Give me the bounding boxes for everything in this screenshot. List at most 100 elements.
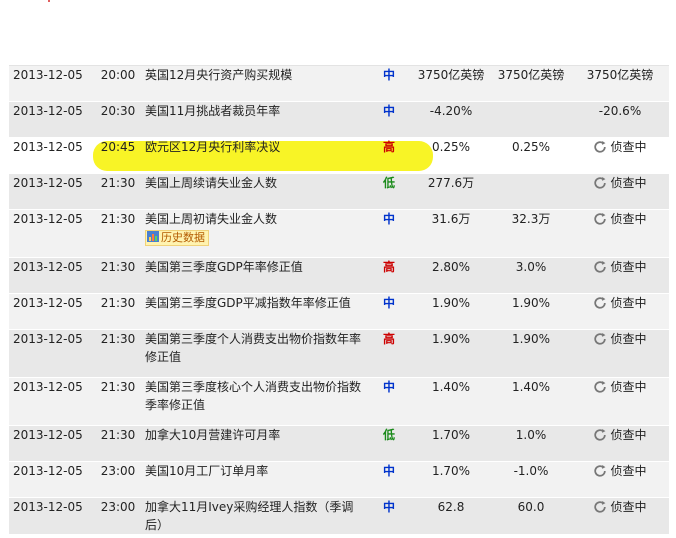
importance-badge: 中: [382, 68, 395, 82]
date-cell: 2013-12-05: [9, 377, 95, 426]
importance-cell: 中: [367, 101, 411, 138]
table-row: 2013-12-05 21:30 美国第三季度个人消费支出物价指数年率修正值 高…: [9, 329, 669, 378]
time-text: 20:30: [100, 104, 136, 118]
table-row: 2013-12-05 20:00 英国12月央行资产购买规模 中 3750亿英镑…: [9, 65, 669, 102]
previous-cell: 1.40%: [411, 377, 491, 426]
previous-cell: 0.25%: [411, 137, 491, 174]
event-cell: 加拿大11月Ivey采购经理人指数（季调后）: [141, 497, 367, 535]
pending-status[interactable]: 侦查中: [593, 498, 647, 516]
pending-status[interactable]: 侦查中: [593, 174, 647, 192]
event-cell: 美国第三季度核心个人消费支出物价指数季率修正值: [141, 377, 367, 426]
importance-cell: 中: [367, 209, 411, 258]
time-text: 21:30: [100, 296, 136, 310]
importance-cell: 中: [367, 497, 411, 535]
event-name[interactable]: 美国上周续请失业金人数: [145, 174, 363, 192]
previous-value: 1.70%: [431, 428, 471, 442]
table-row: 2013-12-05 21:30 美国上周续请失业金人数 低 277.6万 侦查…: [9, 173, 669, 210]
importance-cell: 低: [367, 173, 411, 210]
actual-value: -20.6%: [598, 104, 642, 118]
previous-cell: 2.80%: [411, 257, 491, 294]
previous-cell: 3750亿英镑: [411, 65, 491, 102]
event-name[interactable]: 加拿大10月营建许可月率: [145, 426, 363, 444]
actual-cell: 侦查中: [571, 293, 669, 330]
time-cell: 23:00: [95, 461, 141, 498]
forecast-value: 60.0: [517, 500, 545, 514]
event-name[interactable]: 美国上周初请失业金人数: [145, 210, 363, 228]
pending-status[interactable]: 侦查中: [593, 138, 647, 156]
previous-value: 3750亿英镑: [417, 68, 485, 82]
pending-status[interactable]: 侦查中: [593, 426, 647, 444]
pending-status[interactable]: 侦查中: [593, 378, 647, 396]
previous-cell: 62.8: [411, 497, 491, 535]
date-text: 2013-12-05: [13, 212, 83, 226]
refresh-icon: [594, 213, 607, 225]
importance-badge: 中: [382, 212, 395, 226]
forecast-cell: [491, 101, 571, 138]
event-name[interactable]: 英国12月央行资产购买规模: [145, 66, 363, 84]
importance-badge: 中: [382, 104, 395, 118]
pending-label: 侦查中: [610, 296, 647, 310]
pending-label: 侦查中: [610, 140, 647, 154]
history-data-button[interactable]: 历史数据: [145, 230, 209, 246]
actual-cell: 侦查中: [571, 377, 669, 426]
event-name[interactable]: 加拿大11月Ivey采购经理人指数（季调后）: [145, 498, 363, 534]
actual-cell: 侦查中: [571, 173, 669, 210]
forecast-value: 32.3万: [511, 212, 551, 226]
importance-badge: 中: [382, 500, 395, 514]
time-cell: 20:30: [95, 101, 141, 138]
pending-status[interactable]: 侦查中: [593, 330, 647, 348]
time-text: 21:30: [100, 380, 136, 394]
event-cell: 美国第三季度个人消费支出物价指数年率修正值: [141, 329, 367, 378]
event-name[interactable]: 欧元区12月央行利率决议: [145, 138, 363, 156]
forecast-cell: 1.90%: [491, 329, 571, 378]
previous-value: 1.40%: [431, 380, 471, 394]
event-name[interactable]: 美国第三季度核心个人消费支出物价指数季率修正值: [145, 378, 363, 414]
date-cell: 2013-12-05: [9, 137, 95, 174]
forecast-cell: 1.40%: [491, 377, 571, 426]
pending-label: 侦查中: [610, 500, 647, 514]
event-name[interactable]: 美国11月挑战者裁员年率: [145, 102, 363, 120]
pending-status[interactable]: 侦查中: [593, 210, 647, 228]
forecast-cell: -1.0%: [491, 461, 571, 498]
table-row: 2013-12-05 21:30 美国上周初请失业金人数 历史数据 中 31.6…: [9, 209, 669, 258]
event-cell: 美国第三季度GDP年率修正值: [141, 257, 367, 294]
date-text: 2013-12-05: [13, 68, 83, 82]
history-data-label: 历史数据: [161, 231, 205, 244]
time-cell: 21:30: [95, 209, 141, 258]
time-text: 21:30: [100, 260, 136, 274]
previous-value: 1.90%: [431, 296, 471, 310]
actual-cell: 侦查中: [571, 329, 669, 378]
event-name[interactable]: 美国10月工厂订单月率: [145, 462, 363, 480]
importance-cell: 低: [367, 425, 411, 462]
time-text: 21:30: [100, 332, 136, 346]
forecast-value: 0.25%: [511, 140, 551, 154]
pending-status[interactable]: 侦查中: [593, 462, 647, 480]
event-cell: 欧元区12月央行利率决议: [141, 137, 367, 174]
decorative-dot: [48, 0, 50, 2]
importance-cell: 中: [367, 461, 411, 498]
time-cell: 20:00: [95, 65, 141, 102]
event-cell: 美国10月工厂订单月率: [141, 461, 367, 498]
actual-value: 3750亿英镑: [586, 68, 654, 82]
refresh-icon: [594, 261, 607, 273]
forecast-value: 1.90%: [511, 332, 551, 346]
importance-badge: 中: [382, 380, 395, 394]
event-name[interactable]: 美国第三季度个人消费支出物价指数年率修正值: [145, 330, 363, 366]
previous-cell: 1.70%: [411, 461, 491, 498]
event-name[interactable]: 美国第三季度GDP平减指数年率修正值: [145, 294, 363, 312]
actual-cell: 侦查中: [571, 425, 669, 462]
forecast-value: 3.0%: [515, 260, 547, 274]
pending-label: 侦查中: [610, 176, 647, 190]
table-row: 2013-12-05 21:30 加拿大10月营建许可月率 低 1.70% 1.…: [9, 425, 669, 462]
pending-status[interactable]: 侦查中: [593, 258, 647, 276]
date-text: 2013-12-05: [13, 500, 83, 514]
previous-cell: 31.6万: [411, 209, 491, 258]
date-cell: 2013-12-05: [9, 329, 95, 378]
table-row: 2013-12-05 20:30 美国11月挑战者裁员年率 中 -4.20% -…: [9, 101, 669, 138]
previous-cell: -4.20%: [411, 101, 491, 138]
pending-status[interactable]: 侦查中: [593, 294, 647, 312]
previous-value: 2.80%: [431, 260, 471, 274]
event-name[interactable]: 美国第三季度GDP年率修正值: [145, 258, 363, 276]
forecast-value: 1.0%: [515, 428, 547, 442]
time-text: 23:00: [100, 500, 136, 514]
